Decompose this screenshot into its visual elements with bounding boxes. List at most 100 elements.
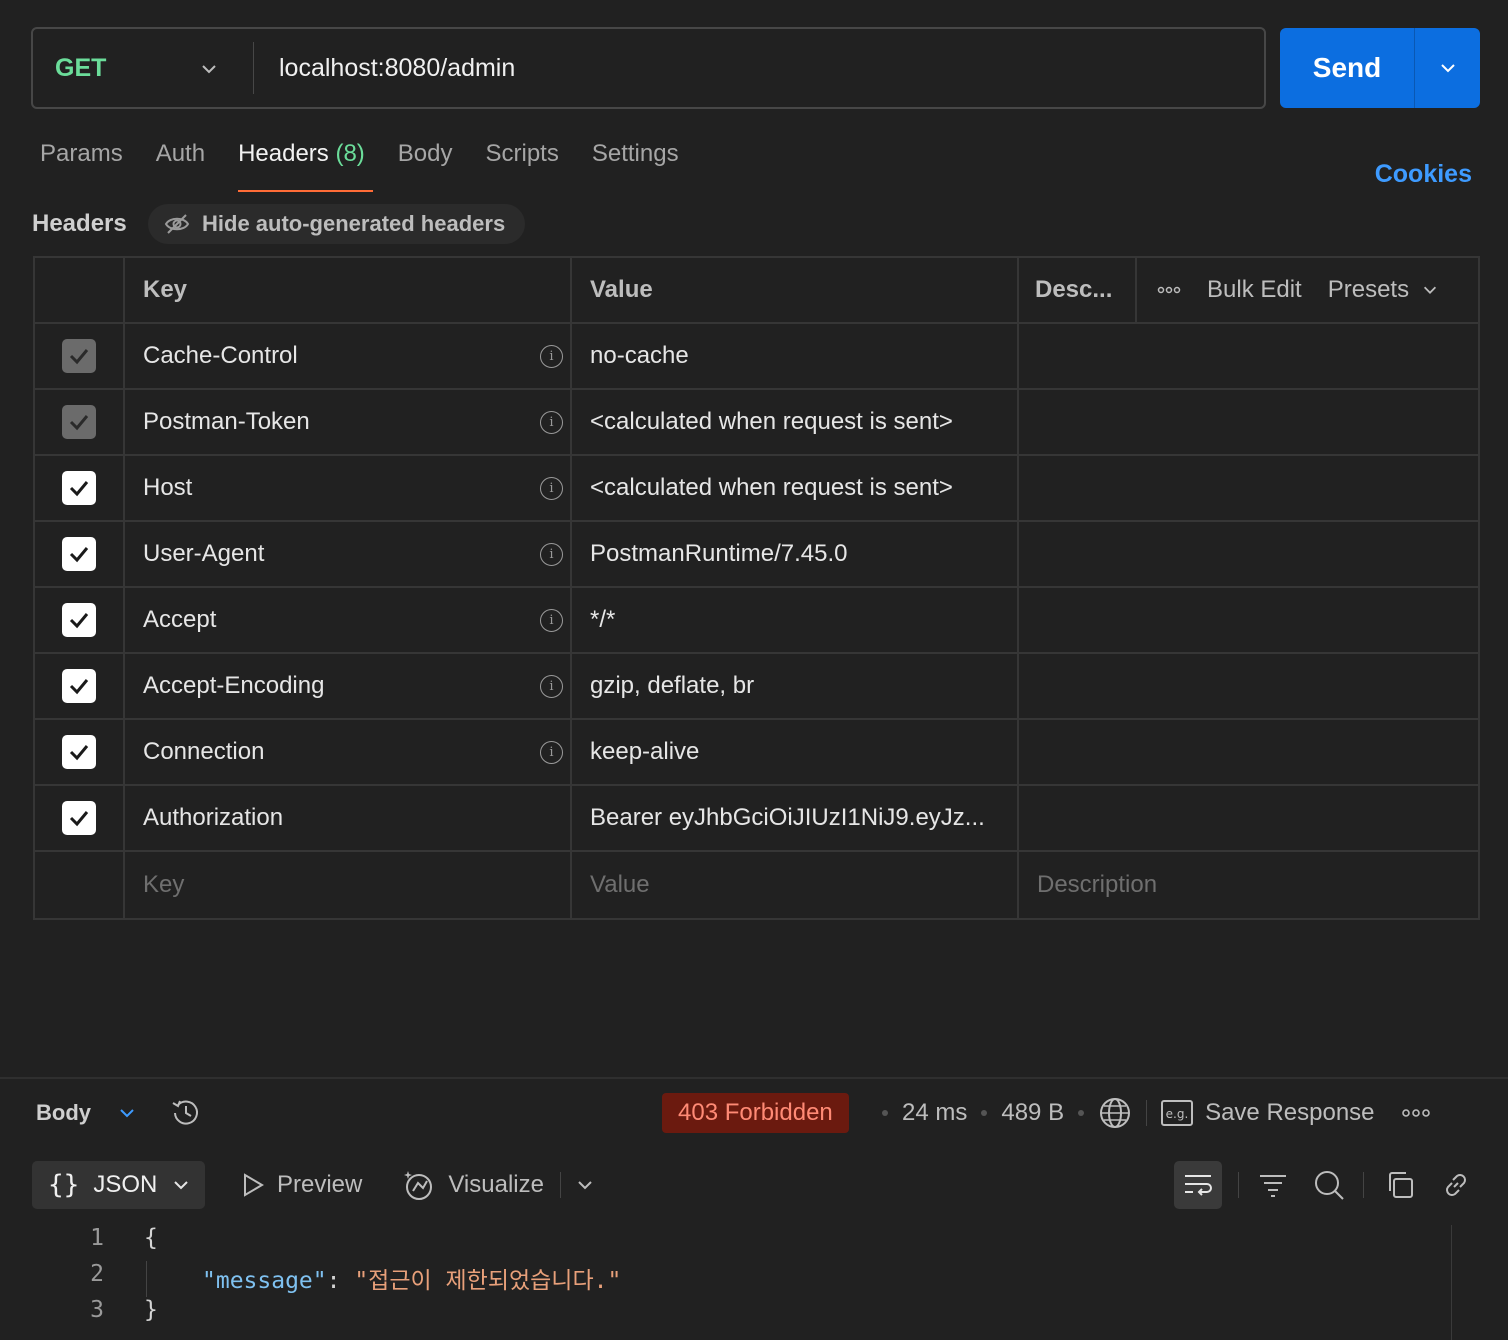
url-input[interactable]: [254, 29, 1264, 107]
row-key-text: Cache-Control: [143, 342, 298, 369]
presets-label: Presets: [1327, 276, 1410, 303]
row-description[interactable]: [1019, 654, 1478, 718]
new-description-input[interactable]: Description: [1019, 852, 1478, 918]
table-row: Accept-Encoding i gzip, deflate, br: [35, 654, 1478, 720]
response-time[interactable]: 24 ms: [902, 1099, 967, 1127]
status-badge[interactable]: 403 Forbidden: [662, 1093, 849, 1133]
row-value[interactable]: <calculated when request is sent>: [572, 456, 1019, 520]
more-icon[interactable]: [1401, 1108, 1431, 1118]
tab-auth[interactable]: Auth: [156, 140, 205, 192]
column-value: Value: [572, 258, 1019, 322]
row-check-cell: [35, 720, 125, 784]
row-description[interactable]: [1019, 588, 1478, 652]
filter-button[interactable]: [1249, 1161, 1297, 1209]
more-icon[interactable]: [1157, 285, 1181, 295]
save-response-button[interactable]: e.g. Save Response: [1161, 1099, 1375, 1127]
send-options-button[interactable]: [1415, 28, 1480, 108]
row-value[interactable]: keep-alive: [572, 720, 1019, 784]
send-button-group: Send: [1280, 28, 1480, 108]
hide-auto-headers-button[interactable]: Hide auto-generated headers: [148, 204, 526, 244]
info-icon[interactable]: i: [540, 543, 563, 566]
row-checkbox[interactable]: [62, 405, 96, 439]
presets-dropdown[interactable]: Presets: [1328, 276, 1439, 304]
row-check-cell: [35, 786, 125, 850]
wrap-lines-button[interactable]: [1174, 1161, 1222, 1209]
row-value[interactable]: no-cache: [572, 324, 1019, 388]
bulk-edit-button[interactable]: Bulk Edit: [1207, 276, 1302, 304]
info-icon[interactable]: i: [540, 477, 563, 500]
send-button[interactable]: Send: [1280, 28, 1415, 108]
row-checkbox[interactable]: [62, 339, 96, 373]
row-check-cell: [35, 456, 125, 520]
row-checkbox[interactable]: [62, 537, 96, 571]
scrollbar[interactable]: [1451, 1225, 1452, 1340]
row-key[interactable]: Cache-Control i: [125, 324, 572, 388]
tab-headers[interactable]: Headers (8): [238, 140, 373, 192]
row-value[interactable]: <calculated when request is sent>: [572, 390, 1019, 454]
response-toolbar: Body 403 Forbidden 24 ms 489 B e.g. Save…: [36, 1093, 1508, 1133]
tab-params[interactable]: Params: [40, 140, 123, 192]
new-value-input[interactable]: Value: [572, 852, 1019, 918]
info-icon[interactable]: i: [540, 741, 563, 764]
row-description[interactable]: [1019, 720, 1478, 784]
tab-scripts[interactable]: Scripts: [486, 140, 559, 192]
copy-button[interactable]: [1376, 1161, 1424, 1209]
row-key-text: Host: [143, 474, 193, 501]
row-key[interactable]: Host i: [125, 456, 572, 520]
method-select[interactable]: GET: [33, 29, 253, 107]
row-key[interactable]: Authorization: [125, 786, 572, 850]
row-check-cell: [35, 522, 125, 586]
tab-settings[interactable]: Settings: [592, 140, 679, 192]
info-icon[interactable]: i: [540, 675, 563, 698]
row-key[interactable]: User-Agent i: [125, 522, 572, 586]
row-description[interactable]: [1019, 522, 1478, 586]
tab-body[interactable]: Body: [398, 140, 453, 192]
code-line: {: [144, 1225, 158, 1251]
row-key[interactable]: Connection i: [125, 720, 572, 784]
wrap-icon: [1185, 1175, 1212, 1196]
link-icon: [1446, 1174, 1466, 1196]
row-checkbox[interactable]: [62, 801, 96, 835]
check-icon: [69, 613, 89, 629]
visualize-icon: [404, 1171, 433, 1200]
row-checkbox[interactable]: [62, 735, 96, 769]
row-key[interactable]: Accept-Encoding i: [125, 654, 572, 718]
json-value: "접근이 제한되었습니다.": [354, 1268, 622, 1294]
new-header-row: Key Value Description: [35, 852, 1478, 918]
save-response-label: Save Response: [1205, 1099, 1375, 1126]
tab-label: Auth: [155, 140, 206, 167]
row-checkbox[interactable]: [62, 471, 96, 505]
row-value[interactable]: Bearer eyJhbGciOiJIUzI1NiJ9.eyJz...: [572, 786, 1019, 850]
info-icon[interactable]: i: [540, 345, 563, 368]
tab-label: Headers: [238, 140, 329, 167]
globe-icon[interactable]: [1098, 1096, 1132, 1130]
info-icon[interactable]: i: [540, 609, 563, 632]
row-checkbox[interactable]: [62, 669, 96, 703]
link-button[interactable]: [1432, 1161, 1480, 1209]
row-key-text: Authorization: [143, 804, 284, 831]
row-value[interactable]: */*: [572, 588, 1019, 652]
visualize-button[interactable]: Visualize: [402, 1168, 544, 1202]
row-description[interactable]: [1019, 390, 1478, 454]
row-description[interactable]: [1019, 324, 1478, 388]
table-header-row: Key Value Desc... Bulk Edit Presets: [35, 258, 1478, 324]
row-key[interactable]: Accept i: [125, 588, 572, 652]
example-icon: e.g.: [1161, 1100, 1194, 1126]
svg-text:e.g.: e.g.: [1166, 1107, 1189, 1121]
chevron-down-icon[interactable]: [117, 1103, 137, 1123]
info-icon[interactable]: i: [540, 411, 563, 434]
search-button[interactable]: [1305, 1161, 1353, 1209]
format-dropdown[interactable]: {} JSON: [32, 1161, 205, 1209]
row-description[interactable]: [1019, 786, 1478, 850]
response-size[interactable]: 489 B: [1001, 1099, 1064, 1127]
new-key-input[interactable]: Key: [125, 852, 572, 918]
row-checkbox[interactable]: [62, 603, 96, 637]
row-value[interactable]: gzip, deflate, br: [572, 654, 1019, 718]
preview-button[interactable]: Preview: [241, 1171, 362, 1199]
row-value[interactable]: PostmanRuntime/7.45.0: [572, 522, 1019, 586]
history-icon[interactable]: [169, 1096, 203, 1130]
chevron-down-icon[interactable]: [575, 1175, 595, 1195]
row-description[interactable]: [1019, 456, 1478, 520]
cookies-link[interactable]: Cookies: [1375, 160, 1472, 189]
row-key[interactable]: Postman-Token i: [125, 390, 572, 454]
